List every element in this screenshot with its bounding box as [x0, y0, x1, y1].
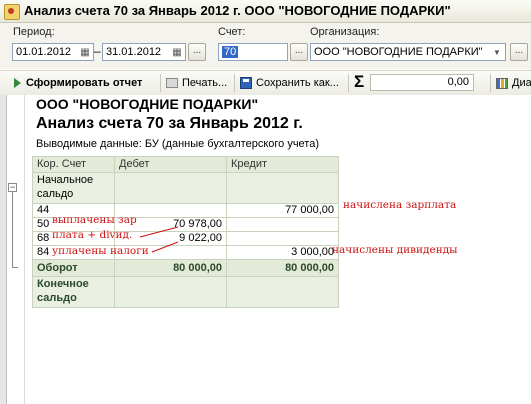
annotation-dividends-accrued: начислены дивиденды	[332, 244, 458, 256]
report-output-data: Выводимые данные: БУ (данные бухгалтерск…	[36, 138, 319, 150]
annotation-salary-accrued: начислена зарплата	[343, 199, 457, 211]
save-as-button[interactable]: Сохранить как...	[240, 75, 339, 91]
app-icon	[4, 4, 20, 20]
table-header-row: Кор. Счет Дебет Кредит	[32, 156, 339, 173]
group-bracket-end	[12, 267, 18, 268]
column-header: Дебет	[114, 156, 227, 173]
credit-cell[interactable]	[226, 217, 339, 232]
toolbar-separator	[234, 74, 235, 92]
credit-cell[interactable]: 3 000,00	[226, 245, 339, 260]
selection-sum-field: 0,00	[370, 74, 474, 91]
generate-report-label: Сформировать отчет	[26, 77, 143, 89]
annotation-taxes-paid: уплачены налоги	[52, 245, 149, 257]
print-label: Печать...	[182, 77, 228, 89]
opening-balance-row: Начальное сальдо	[32, 172, 339, 204]
turnover-row: Оборот 80 000,00 80 000,00	[32, 259, 339, 277]
organization-value: ООО "НОВОГОДНИЕ ПОДАРКИ"	[314, 46, 483, 58]
report-title: Анализ счета 70 за Январь 2012 г.	[36, 115, 303, 132]
organization-field[interactable]: ООО "НОВОГОДНИЕ ПОДАРКИ"	[310, 43, 506, 61]
toolbar-separator	[160, 74, 161, 92]
calendar-icon[interactable]: ▦	[170, 45, 184, 61]
report-toolbar: Сформировать отчет Печать... Сохранить к…	[0, 70, 531, 96]
account-label: Счет:	[218, 26, 246, 38]
window-title: Анализ счета 70 за Январь 2012 г. ООО "Н…	[24, 3, 451, 18]
collapse-group-icon[interactable]: −	[8, 183, 17, 192]
turnover-debit[interactable]: 80 000,00	[114, 259, 227, 277]
sigma-icon: Σ	[354, 72, 365, 91]
account-value: 70	[222, 46, 239, 58]
date-from-value: 01.01.2012	[16, 46, 72, 58]
window-title-bar: Анализ счета 70 за Январь 2012 г. ООО "Н…	[0, 0, 531, 23]
chevron-down-icon[interactable]: ▼	[490, 45, 504, 61]
credit-cell[interactable]: 77 000,00	[226, 203, 339, 218]
column-header: Кредит	[226, 156, 339, 173]
account-field[interactable]: 70	[218, 43, 288, 61]
opening-balance-label: Начальное сальдо	[32, 172, 115, 204]
organization-label: Организация:	[310, 26, 380, 38]
period-label: Период:	[13, 26, 55, 38]
period-dash: –	[94, 44, 101, 58]
grouping-gutter	[7, 95, 25, 404]
sheet-left-ruler	[0, 95, 7, 404]
annotation-paid-line2: плата + divид.	[52, 229, 133, 241]
turnover-credit[interactable]: 80 000,00	[226, 259, 339, 277]
diagram-button[interactable]: Диа	[496, 75, 531, 91]
print-button[interactable]: Печать...	[166, 75, 227, 91]
period-select-button[interactable]: ...	[188, 43, 206, 61]
account-select-button[interactable]: ...	[290, 43, 308, 61]
save-as-label: Сохранить как...	[256, 77, 339, 89]
toolbar-separator	[348, 74, 349, 92]
report-organization: ООО "НОВОГОДНИЕ ПОДАРКИ"	[36, 96, 259, 112]
column-header: Кор. Счет	[32, 156, 115, 173]
chart-icon	[496, 77, 508, 89]
closing-balance-row: Конечное сальдо	[32, 276, 339, 308]
date-to-value: 31.01.2012	[106, 46, 162, 58]
generate-report-button[interactable]: Сформировать отчет	[14, 75, 142, 91]
turnover-label: Оборот	[32, 259, 115, 277]
toolbar-separator	[490, 74, 491, 92]
closing-balance-label: Конечное сальдо	[32, 276, 115, 308]
organization-select-button[interactable]: ...	[510, 43, 528, 61]
calendar-icon[interactable]: ▦	[78, 45, 92, 61]
play-icon	[14, 78, 21, 89]
parameter-panel: Период: 01.01.2012 ▦ – 31.01.2012 ▦ ... …	[0, 23, 531, 69]
credit-cell[interactable]	[226, 231, 339, 246]
diagram-label: Диа	[512, 77, 531, 89]
annotation-paid-line1: выплачены зар	[52, 214, 137, 226]
printer-icon	[166, 78, 178, 89]
group-bracket-line	[12, 192, 13, 268]
floppy-disk-icon	[240, 77, 252, 90]
